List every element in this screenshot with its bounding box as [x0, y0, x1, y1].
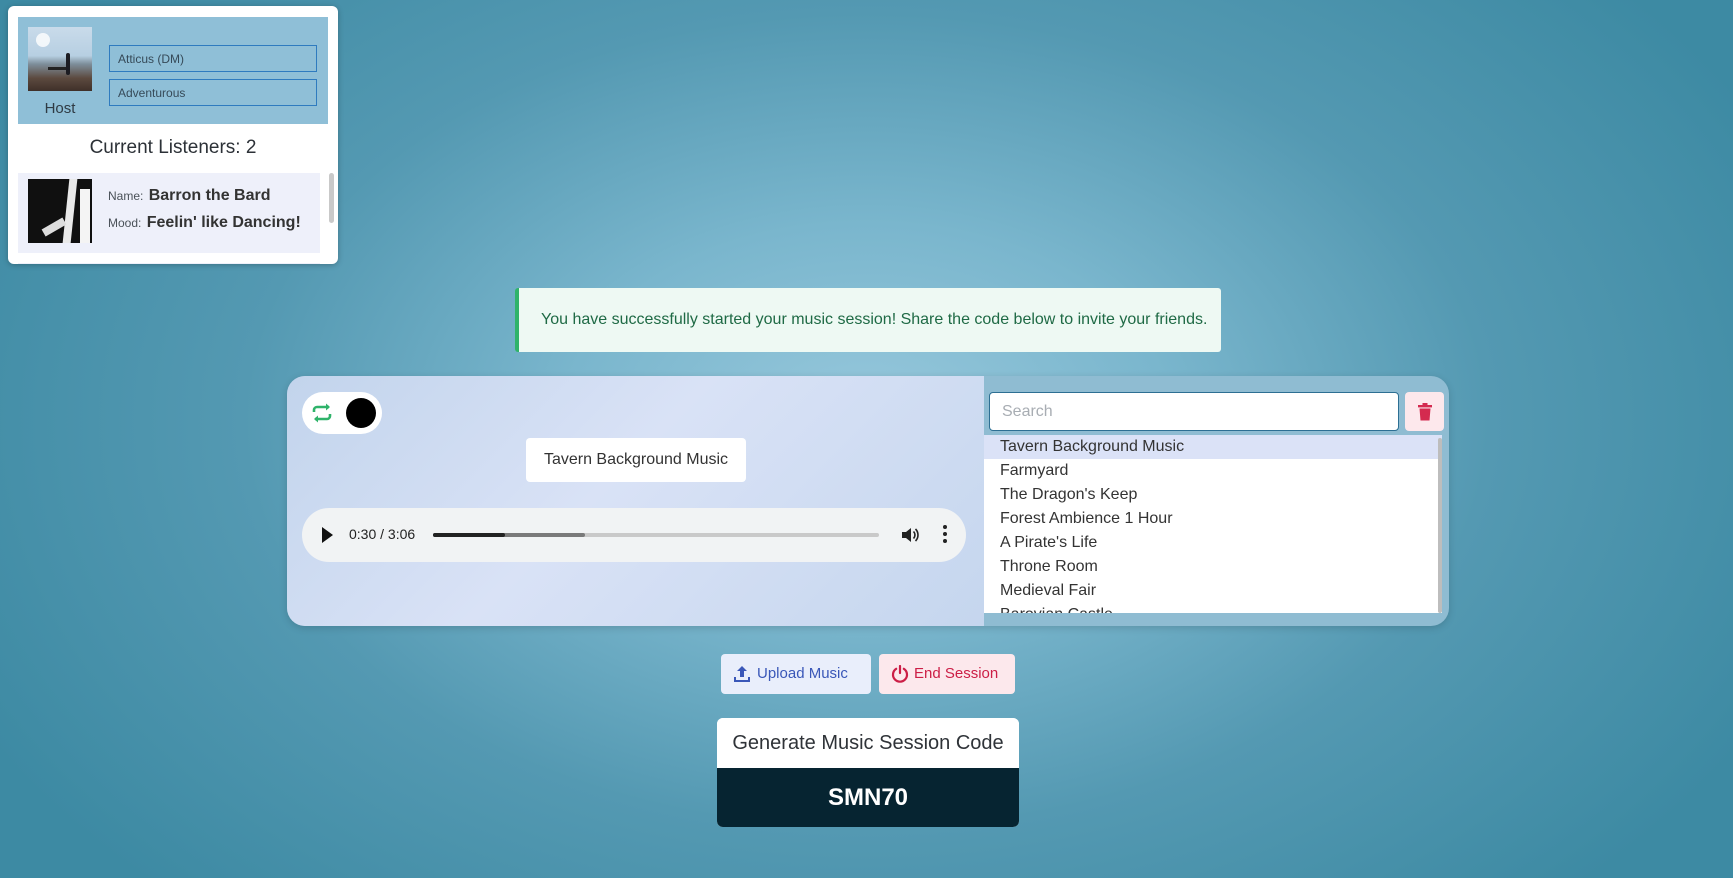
- repeat-icon[interactable]: [310, 401, 334, 425]
- play-icon[interactable]: [322, 527, 333, 543]
- trash-icon: [1417, 402, 1432, 420]
- time-display: 0:30 / 3:06: [349, 526, 416, 542]
- dark-mode-toggle[interactable]: [346, 398, 376, 428]
- list-item: Name: Barron the Bard Mood: Feelin' like…: [18, 173, 320, 253]
- power-icon: [891, 665, 909, 683]
- session-code: SMN70: [717, 768, 1019, 827]
- upload-music-button[interactable]: Upload Music: [721, 654, 871, 694]
- track-item[interactable]: Forest Ambience 1 Hour: [984, 507, 1442, 531]
- track-item[interactable]: Farmyard: [984, 459, 1442, 483]
- success-alert: You have successfully started your music…: [515, 288, 1221, 352]
- seek-bar[interactable]: [433, 533, 879, 537]
- host-mood-field[interactable]: [109, 79, 317, 106]
- audio-player: 0:30 / 3:06: [302, 508, 966, 562]
- listener-scrollbar[interactable]: [329, 173, 334, 223]
- now-playing-title: Tavern Background Music: [526, 438, 746, 482]
- generate-code-button[interactable]: Generate Music Session Code: [717, 718, 1019, 768]
- player-controls-area: Tavern Background Music 0:30 / 3:06: [287, 376, 984, 626]
- session-panel: Host Current Listeners: 2 Name: Barron t…: [8, 6, 338, 264]
- track-list[interactable]: Tavern Background Music Farmyard The Drago…: [984, 435, 1442, 613]
- track-item[interactable]: Tavern Background Music: [984, 435, 1442, 459]
- more-options-icon[interactable]: [943, 525, 947, 545]
- volume-icon[interactable]: [900, 525, 920, 545]
- track-item[interactable]: Barovian Castle: [984, 603, 1442, 613]
- player-card: Tavern Background Music 0:30 / 3:06 Sear…: [287, 376, 1449, 626]
- host-header: Host: [18, 17, 328, 124]
- delete-button[interactable]: [1405, 392, 1444, 431]
- listener-mood-label: Mood:: [108, 216, 142, 230]
- end-session-label: End Session: [914, 665, 999, 682]
- track-item[interactable]: Throne Room: [984, 555, 1442, 579]
- upload-music-label: Upload Music: [757, 665, 848, 682]
- track-item[interactable]: Medieval Fair: [984, 579, 1442, 603]
- session-code-box: Generate Music Session Code SMN70: [717, 718, 1019, 827]
- list-item: [18, 263, 320, 264]
- listener-list[interactable]: Name: Barron the Bard Mood: Feelin' like…: [18, 173, 332, 264]
- track-item[interactable]: A Pirate's Life: [984, 531, 1442, 555]
- host-label: Host: [44, 100, 76, 117]
- listeners-title: Current Listeners: 2: [89, 137, 257, 158]
- host-avatar: [28, 27, 92, 91]
- listener-name: Barron the Bard: [148, 187, 271, 204]
- host-name-field[interactable]: [109, 45, 317, 72]
- upload-icon: [734, 666, 750, 682]
- progress-bar: [433, 533, 505, 537]
- avatar: [28, 179, 92, 243]
- toggle-group: [302, 392, 382, 434]
- search-input[interactable]: [989, 392, 1399, 431]
- listener-name-label: Name:: [108, 189, 144, 203]
- track-list-scrollbar[interactable]: [1438, 438, 1442, 613]
- end-session-button[interactable]: End Session: [879, 654, 1015, 694]
- track-item[interactable]: The Dragon's Keep: [984, 483, 1442, 507]
- playlist-panel: Tavern Background MusicFarmyardThe Drago…: [984, 376, 1449, 626]
- listener-mood: Feelin' like Dancing!: [146, 214, 301, 231]
